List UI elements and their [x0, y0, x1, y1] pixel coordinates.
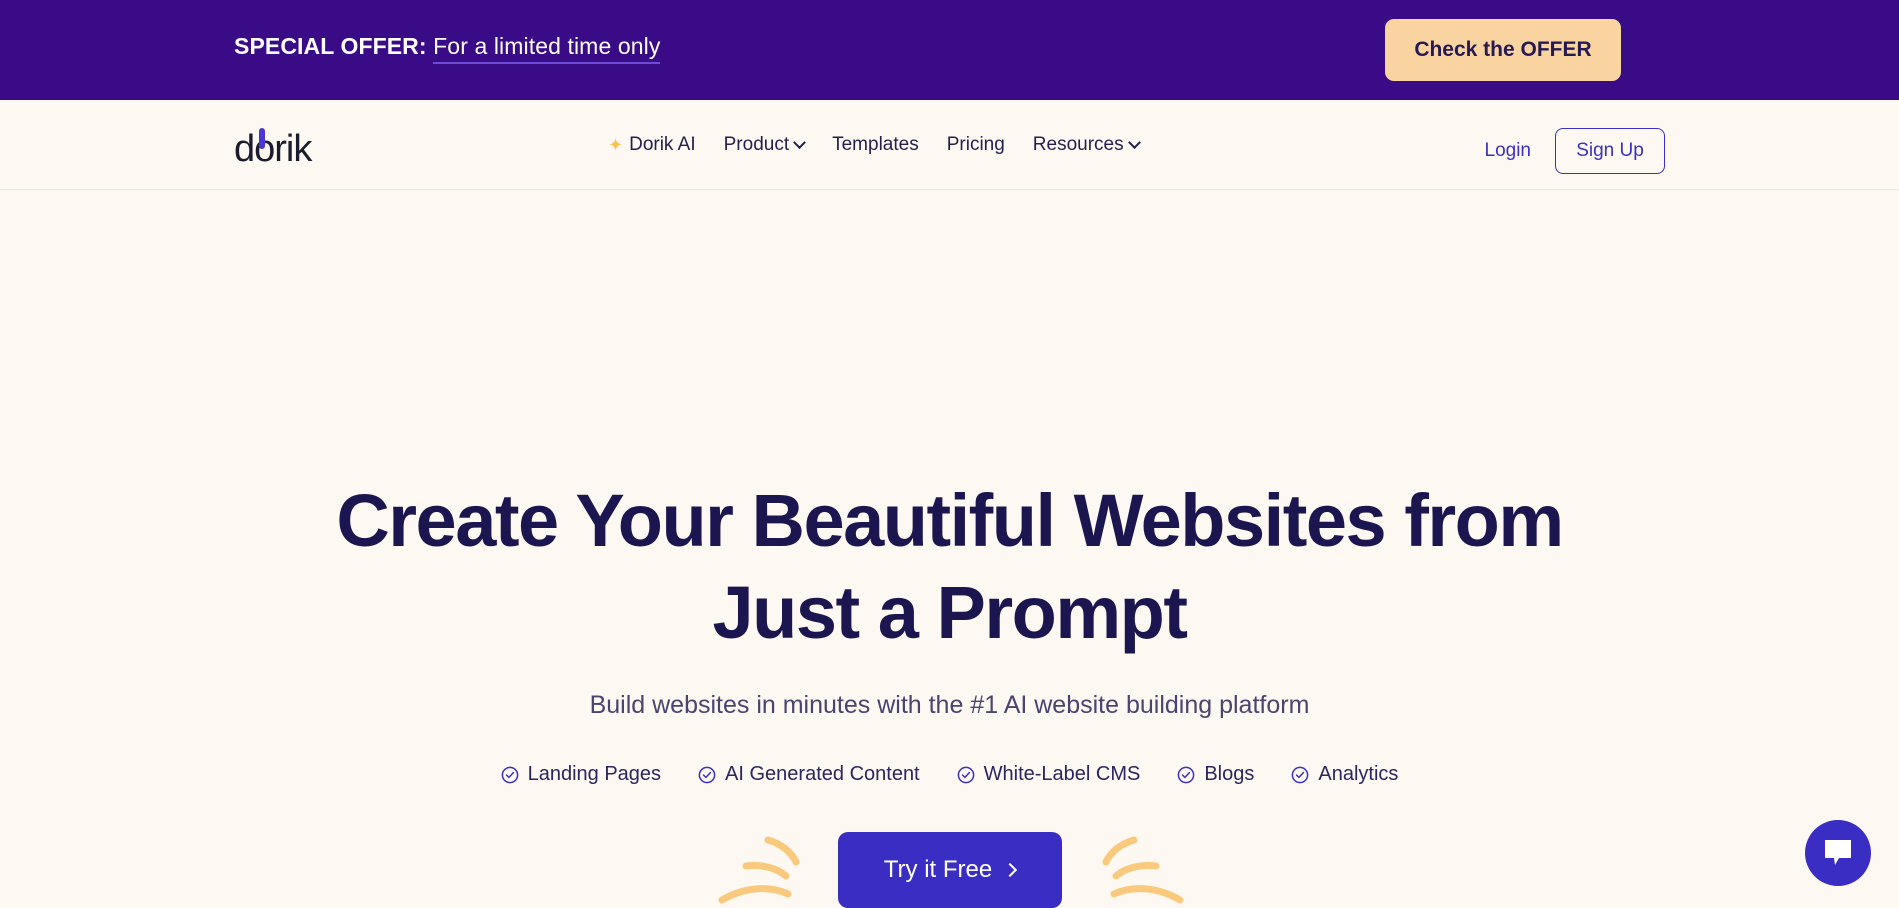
feature-label: White-Label CMS — [983, 763, 1141, 785]
chevron-right-icon — [1003, 862, 1018, 878]
banner-message-rest: For a limited time only — [433, 33, 661, 64]
check-circle-icon — [698, 766, 716, 783]
nav-item-pricing[interactable]: Pricing — [947, 134, 1005, 156]
headline-line-1: Create Your Beautiful Websites from — [336, 479, 1564, 562]
nav-item-templates[interactable]: Templates — [832, 134, 919, 156]
feature-list: Landing Pages AI Generated Content White… — [0, 763, 1899, 786]
check-circle-icon — [1177, 766, 1195, 783]
hero-section: Create Your Beautiful Websites from Just… — [0, 190, 1899, 908]
signup-button[interactable]: Sign Up — [1555, 128, 1665, 174]
logo-accent-bar — [259, 128, 265, 149]
check-offer-button[interactable]: Check the OFFER — [1385, 19, 1621, 81]
headline-line-2: Just a Prompt — [712, 571, 1188, 654]
login-link[interactable]: Login — [1485, 140, 1532, 162]
nav-item-label: Dorik AI — [629, 134, 696, 155]
nav-item-product[interactable]: Product — [723, 134, 806, 156]
logo-mark: dorik — [234, 128, 340, 170]
announcement-banner: SPECIAL OFFER: For a limited time only C… — [0, 0, 1899, 100]
feature-label: Analytics — [1318, 763, 1399, 785]
nav-item-resources[interactable]: Resources — [1032, 134, 1141, 156]
chevron-down-icon — [1127, 135, 1141, 149]
dorik-logo[interactable]: dorik — [234, 128, 340, 168]
feature-item-ai-generated-content: AI Generated Content — [698, 763, 920, 786]
feature-item-blogs: Blogs — [1177, 763, 1254, 786]
check-circle-icon — [957, 766, 974, 783]
nav-menu: ✦ Dorik AI Product Templates Pricing Res… — [608, 134, 1141, 156]
sparkle-icon: ✦ — [608, 134, 624, 155]
feature-label: Landing Pages — [527, 763, 662, 785]
nav-actions: Login Sign Up — [1485, 128, 1665, 174]
nav-item-dorik-ai[interactable]: ✦ Dorik AI — [608, 134, 696, 156]
feature-label: AI Generated Content — [725, 763, 920, 785]
logo-wordmark: dorik — [234, 128, 312, 170]
hero-subtitle: Build websites in minutes with the #1 AI… — [589, 691, 1310, 719]
feature-label: Blogs — [1204, 763, 1255, 785]
banner-message-bold: SPECIAL OFFER: — [234, 33, 427, 59]
feature-item-white-label-cms: White-Label CMS — [957, 763, 1141, 786]
nav-item-label: Templates — [832, 134, 919, 155]
chat-widget-button[interactable] — [1805, 820, 1871, 886]
try-it-free-button[interactable]: Try it Free — [837, 832, 1062, 908]
feature-item-landing-pages: Landing Pages — [501, 763, 661, 786]
check-circle-icon — [1292, 766, 1309, 783]
nav-item-label: Resources — [1032, 134, 1124, 155]
main-navigation: dorik ✦ Dorik AI Product Templates Prici… — [0, 100, 1899, 190]
nav-item-label: Pricing — [946, 134, 1005, 155]
banner-message: SPECIAL OFFER: For a limited time only — [234, 33, 661, 64]
chat-bubble-icon — [1825, 840, 1851, 865]
page-title: Create Your Beautiful Websites from Just… — [0, 475, 1899, 659]
cta-label: Try it Free — [883, 856, 993, 883]
cta-container: Try it Free — [0, 832, 1899, 908]
feature-item-analytics: Analytics — [1291, 763, 1398, 786]
chevron-down-icon — [793, 135, 806, 149]
nav-item-label: Product — [723, 134, 790, 155]
check-circle-icon — [501, 766, 518, 783]
